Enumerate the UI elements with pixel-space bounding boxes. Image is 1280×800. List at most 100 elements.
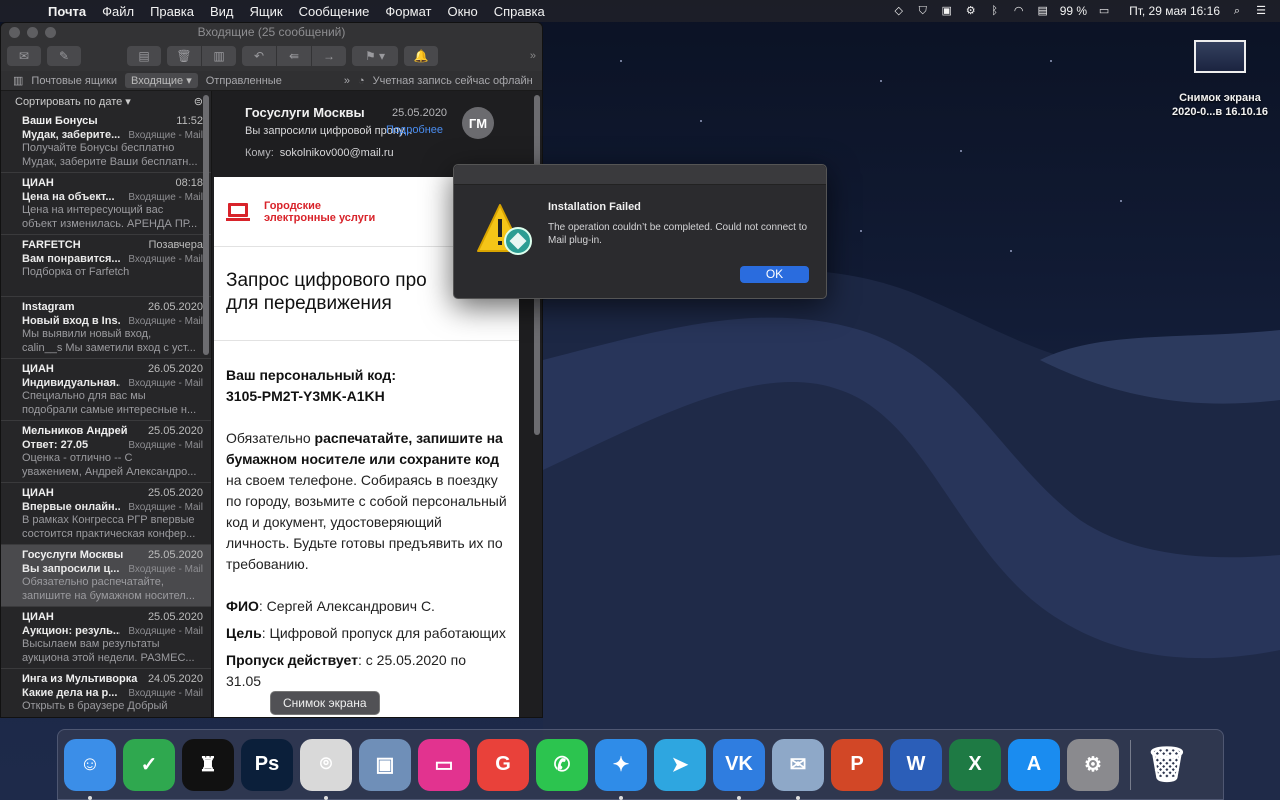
junk-icon: ▥ (213, 49, 225, 63)
filter-icon[interactable]: ⊜ (194, 95, 203, 108)
message-subject-label: Вам понравится... (22, 252, 120, 265)
reply-button[interactable]: ↶ (242, 46, 276, 66)
finder-icon[interactable]: ☺ (64, 738, 116, 800)
favorites-inbox[interactable]: Входящие ▾ (124, 73, 198, 88)
preview-icon[interactable]: ▣ (359, 738, 411, 791)
menu-file[interactable]: Файл (94, 4, 142, 19)
mail-icon[interactable]: ✉ (772, 738, 824, 800)
message-sender: FARFETCH (22, 239, 81, 251)
cleanmymac-icon[interactable]: ▭ (418, 738, 470, 791)
trash-glyph: 🗑 (1145, 745, 1189, 784)
diamond-icon[interactable]: ◇ (892, 4, 906, 18)
list-item[interactable]: ЦИАН 25.05.2020 Аукцион: резуль... Входящие… (1, 607, 211, 669)
safari-icon[interactable]: ✦ (595, 738, 647, 800)
list-item[interactable]: ЦИАН 08:18 Цена на объект... Входящие - Mai… (1, 173, 211, 235)
shield-icon[interactable]: ⛉ (916, 4, 930, 18)
message-mailbox-label: Входящие - Mail (128, 191, 203, 203)
archive-button[interactable]: ▤ (127, 46, 161, 66)
fio-row: ФИО: Сергей Александрович С. (226, 596, 507, 617)
battery-percent[interactable]: 99 % (1060, 4, 1087, 18)
menu-app-name[interactable]: Почта (40, 4, 94, 19)
logo-line-1: Городские (264, 199, 322, 212)
details-link[interactable]: Подробнее (386, 124, 443, 136)
bluetooth-icon[interactable]: ᛒ (988, 4, 1002, 18)
list-item[interactable]: FARFETCH Позавчера Вам понравится... Входящ… (1, 235, 211, 297)
message-mailbox-label: Входящие - Mail (128, 563, 203, 575)
excel-glyph: X (968, 753, 982, 775)
delete-button[interactable]: 🗑 (167, 46, 201, 66)
desktop-file-label-1: Снимок экрана (1179, 92, 1261, 104)
compose-button[interactable]: ✎ (47, 46, 81, 66)
message-list-scrollbar[interactable] (203, 95, 209, 355)
excel-icon[interactable]: X (949, 738, 1001, 791)
system-preferences-icon[interactable]: ⚙ (1067, 738, 1119, 791)
word-glyph: W (906, 753, 926, 775)
spotlight-search-icon[interactable]: ⌕ (1230, 4, 1244, 18)
get-mail-button[interactable]: ✉ (7, 46, 41, 66)
message-preview-line: В рамках Конгресса РГР впервые (22, 514, 195, 526)
email-content: Ваш персональный код: 3105-PM2T-Y3MK-A1KH… (214, 341, 519, 692)
fio-label: ФИО (226, 598, 259, 614)
list-item[interactable]: Госуслуги Москвы 25.05.2020 Вы запросили ц… (1, 545, 211, 607)
flag-button[interactable]: ⚑ ▾ (352, 46, 398, 66)
menu-format[interactable]: Формат (377, 4, 439, 19)
list-item[interactable]: ЦИАН 25.05.2020 Впервые онлайн... Входящие … (1, 483, 211, 545)
reply-all-button[interactable]: ⇚ (277, 46, 311, 66)
instructions-rest: на своем телефоне. Собираясь в поездку п… (226, 472, 507, 572)
photoshop-icon[interactable]: Ps (241, 738, 293, 791)
recipient-address[interactable]: sokolnikov000@mail.ru (280, 147, 394, 159)
vk-icon[interactable]: VK (713, 738, 765, 800)
list-item[interactable]: Мельников Андрей 25.05.2020 Ответ: 27.05 Вх… (1, 421, 211, 483)
sort-bar[interactable]: Сортировать по дате ▾ ⊜ (1, 91, 211, 111)
menu-edit[interactable]: Правка (142, 4, 202, 19)
list-item[interactable]: Ваши Бонусы 11:52 Мудак, заберите... Входящ… (1, 111, 211, 173)
logo-line-2: электронные услуги (264, 211, 376, 224)
alert-title: Installation Failed (548, 201, 641, 213)
message-preview-line: Подборка от Farfetch (22, 266, 130, 278)
message-preview-line: Обязательно распечатайте, (22, 576, 164, 588)
word-icon[interactable]: W (890, 738, 942, 791)
menu-message[interactable]: Сообщение (291, 4, 378, 19)
menu-view[interactable]: Вид (202, 4, 242, 19)
desktop-screenshot-file[interactable]: Снимок экрана 2020-0...в 16.10.16 (1160, 40, 1280, 119)
window-titlebar[interactable]: Входящие (25 сообщений) (1, 23, 542, 41)
mute-button[interactable]: 🔔 (404, 46, 438, 66)
message-subject-label: Цена на объект... (22, 190, 115, 203)
sidebar-toggle-icon[interactable]: ▥ (13, 74, 23, 87)
favorites-mailboxes[interactable]: Почтовые ящики (31, 75, 117, 87)
flag-icon[interactable]: ▤ (1036, 4, 1050, 18)
app-store-icon[interactable]: A (1008, 738, 1060, 791)
menu-window[interactable]: Окно (440, 4, 486, 19)
wifi-icon[interactable]: ◠ (1012, 4, 1026, 18)
junk-button[interactable]: ▥ (202, 46, 236, 66)
toolbar-overflow-icon[interactable]: » (530, 50, 536, 62)
message-preview-line: подобрали самые интересные н... (22, 403, 197, 416)
screen-share-icon[interactable]: ▣ (940, 4, 954, 18)
favorites-overflow-icon[interactable]: » (344, 75, 350, 87)
chess-icon[interactable]: ♜ (182, 738, 234, 791)
alert-titlebar[interactable] (454, 165, 826, 185)
favorites-sent[interactable]: Отправленные (206, 75, 282, 87)
ok-button[interactable]: OK (740, 266, 809, 283)
clock[interactable]: Пт, 29 мая 16:16 (1129, 4, 1220, 18)
whatsapp-icon[interactable]: ✆ (536, 738, 588, 791)
menu-mailbox[interactable]: Ящик (242, 4, 291, 19)
screenshot-app-icon[interactable]: ⌾ (300, 738, 352, 800)
battery-icon[interactable]: ▭ (1097, 4, 1111, 18)
adguard-icon[interactable]: ✓ (123, 738, 175, 791)
forward-button[interactable]: → (312, 46, 346, 66)
message-preview-line: calin__s Мы заметили вход с уст... (22, 341, 196, 354)
message-date-label: 24.05.2020 (147, 673, 203, 685)
list-item[interactable]: Инга из Мультиворка 24.05.2020 Какие дела … (1, 669, 211, 717)
powerpoint-icon[interactable]: P (831, 738, 883, 791)
list-item[interactable]: ЦИАН 26.05.2020 Индивидуальная... Входящие … (1, 359, 211, 421)
grammarly-icon[interactable]: G (477, 738, 529, 791)
trash-icon[interactable]: 🗑 (1141, 739, 1193, 791)
telegram-icon[interactable]: ➤ (654, 738, 706, 791)
telegram-glyph: ➤ (671, 754, 689, 776)
gear-status-icon[interactable]: ⚙ (964, 4, 978, 18)
message-subject-label: Какие дела на р... (22, 686, 118, 699)
menu-help[interactable]: Справка (486, 4, 553, 19)
notification-center-icon[interactable]: ☰ (1254, 4, 1268, 18)
list-item[interactable]: Instagram 26.05.2020 Новый вход в Ins... Вх… (1, 297, 211, 359)
